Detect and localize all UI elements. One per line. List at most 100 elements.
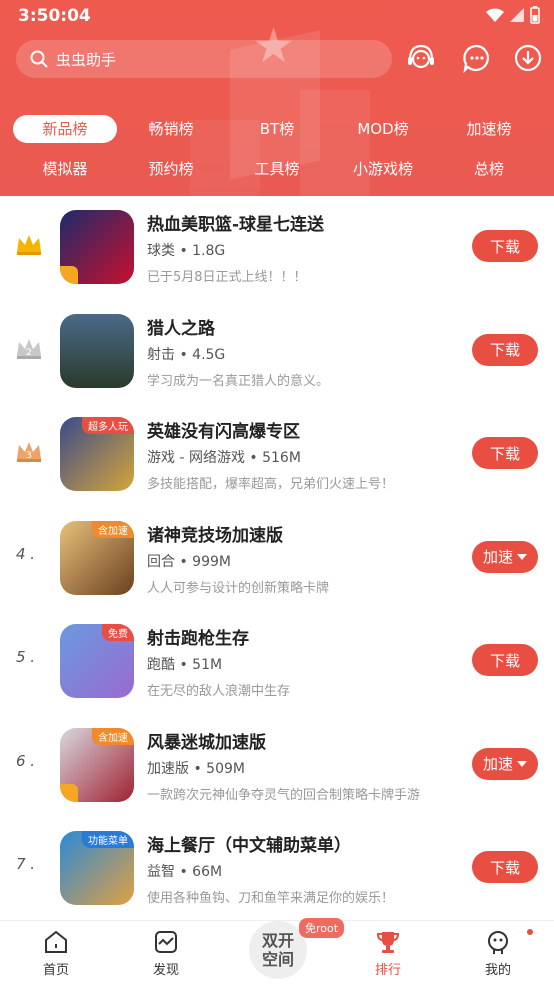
app-name: 风暴迷城加速版 bbox=[147, 732, 266, 753]
bottom-navigation: 首页 发现 双开 空间 排行 我的 bbox=[0, 920, 554, 984]
gift-icon bbox=[60, 783, 78, 802]
download-button[interactable]: 下载 bbox=[472, 851, 538, 883]
dropdown-caret-icon bbox=[517, 553, 527, 560]
list-item[interactable]: 热血美职篮-球星七连送 球类 • 1.8G 已于5月8日正式上线！！！ 下载 bbox=[0, 196, 554, 300]
app-icon[interactable] bbox=[60, 210, 134, 284]
wifi-icon bbox=[486, 8, 504, 22]
app-name: 热血美职篮-球星七连送 bbox=[147, 215, 325, 235]
button-label: 下载 bbox=[489, 341, 520, 359]
rank-number: 5 . bbox=[16, 648, 36, 666]
download-button[interactable]: 下载 bbox=[472, 230, 538, 262]
app-meta: 球类 • 1.8G bbox=[147, 243, 226, 259]
tab-bestseller[interactable]: 畅销榜 bbox=[119, 115, 223, 143]
app-icon[interactable]: 免费 bbox=[60, 624, 134, 698]
button-label: 下载 bbox=[489, 858, 520, 877]
nav-discover[interactable]: 发现 bbox=[126, 929, 206, 978]
app-meta: 益智 • 66M bbox=[147, 864, 223, 880]
app-meta: 加速版 • 509M bbox=[147, 760, 245, 777]
customer-service-icon[interactable] bbox=[405, 42, 437, 74]
list-item[interactable]: 3 超多人玩 英雄没有闪高爆专区 游戏 - 网络游戏 • 516M 多技能搭配，… bbox=[0, 403, 554, 507]
accelerate-button[interactable]: 加速 bbox=[472, 540, 538, 573]
download-button[interactable]: 下载 bbox=[472, 437, 538, 469]
dropdown-caret-icon bbox=[517, 760, 527, 767]
app-icon[interactable]: 超多人玩 bbox=[60, 417, 134, 491]
nav-mine[interactable]: 我的 bbox=[458, 929, 538, 978]
download-manager-icon[interactable] bbox=[512, 42, 544, 74]
app-badge: 含加速 bbox=[92, 727, 134, 745]
tab-mini-games[interactable]: 小游戏榜 bbox=[331, 155, 435, 183]
header: ★ 3:50:04 虫虫助手 新品榜 畅销榜 BT榜 MOD榜 加速榜 模拟器 … bbox=[0, 0, 554, 196]
button-label: 加速 bbox=[482, 755, 513, 773]
list-item[interactable]: 6 . 含加速 风暴迷城加速版 加速版 • 509M 一款跨次元神仙争夺灵气的回… bbox=[0, 714, 554, 818]
app-name: 海上餐厅（中文辅助菜单） bbox=[147, 836, 351, 856]
download-button[interactable]: 下载 bbox=[472, 644, 538, 676]
app-description: 学习成为一名真正猎人的意义。 bbox=[147, 373, 330, 389]
svg-text:2: 2 bbox=[26, 348, 32, 358]
tab-overall[interactable]: 总榜 bbox=[437, 155, 541, 183]
tab-tools[interactable]: 工具榜 bbox=[225, 155, 329, 183]
nav-rank[interactable]: 排行 bbox=[348, 929, 428, 978]
svg-text:3: 3 bbox=[26, 451, 32, 461]
tab-reserve[interactable]: 预约榜 bbox=[119, 155, 223, 183]
list-item[interactable]: 4 . 含加速 诸神竞技场加速版 回合 • 999M 人人可参与设计的创新策略卡… bbox=[0, 507, 554, 611]
search-icon bbox=[30, 50, 48, 68]
notification-dot bbox=[527, 929, 533, 935]
no-root-badge: 免root bbox=[299, 918, 345, 938]
button-label: 下载 bbox=[489, 237, 520, 256]
button-label: 下载 bbox=[489, 444, 520, 463]
app-badge: 功能菜单 bbox=[82, 831, 134, 848]
app-badge: 含加速 bbox=[92, 520, 134, 538]
rank-number: 4 . bbox=[16, 544, 36, 563]
list-item[interactable]: 7 . 功能菜单 海上餐厅（中文辅助菜单） 益智 • 66M 使用各种鱼钩、刀和… bbox=[0, 817, 554, 920]
tab-row-2: 模拟器 预约榜 工具榜 小游戏榜 总榜 bbox=[0, 152, 554, 186]
discover-icon bbox=[155, 931, 177, 953]
dual-space-line2: 空间 bbox=[261, 950, 294, 969]
tab-bt[interactable]: BT榜 bbox=[225, 115, 329, 143]
app-icon[interactable] bbox=[60, 313, 134, 388]
list-item[interactable]: 2 猎人之路 射击 • 4.5G 学习成为一名真正猎人的意义。 下载 bbox=[0, 300, 554, 404]
search-bar[interactable]: 虫虫助手 bbox=[16, 40, 392, 78]
nav-home[interactable]: 首页 bbox=[16, 929, 96, 978]
download-button[interactable]: 下载 bbox=[472, 333, 538, 366]
app-description: 已于5月8日正式上线！！！ bbox=[147, 270, 307, 285]
tab-row-1: 新品榜 畅销榜 BT榜 MOD榜 加速榜 bbox=[0, 112, 554, 146]
app-ranking-list: 热血美职篮-球星七连送 球类 • 1.8G 已于5月8日正式上线！！！ 下载 2… bbox=[0, 196, 554, 920]
status-time: 3:50:04 bbox=[18, 6, 91, 26]
app-icon[interactable]: 含加速 bbox=[60, 727, 134, 802]
app-meta: 射击 • 4.5G bbox=[147, 346, 226, 363]
tab-new[interactable]: 新品榜 bbox=[13, 115, 117, 143]
button-label: 加速 bbox=[482, 548, 513, 566]
app-description: 在无尽的敌人浪潮中生存 bbox=[147, 684, 291, 699]
tab-accelerate[interactable]: 加速榜 bbox=[437, 115, 541, 143]
dual-space-line1: 双开 bbox=[261, 931, 294, 950]
battery-icon bbox=[530, 6, 540, 24]
nav-home-label: 首页 bbox=[42, 963, 69, 978]
app-icon[interactable]: 含加速 bbox=[60, 520, 134, 595]
tab-emulator[interactable]: 模拟器 bbox=[13, 155, 117, 183]
app-name: 猎人之路 bbox=[147, 318, 215, 339]
message-icon[interactable] bbox=[461, 42, 493, 74]
app-meta: 跑酷 • 51M bbox=[147, 657, 223, 673]
app-description: 使用各种鱼钩、刀和鱼竿来满足你的娱乐！ bbox=[147, 891, 395, 906]
app-badge: 超多人玩 bbox=[82, 417, 134, 434]
signal-icon bbox=[510, 8, 524, 22]
status-bar: 3:50:04 bbox=[0, 0, 554, 32]
app-meta: 回合 • 999M bbox=[147, 553, 231, 570]
app-description: 多技能搭配，爆率超高，兄弟们火速上号！ bbox=[147, 477, 395, 492]
button-label: 下载 bbox=[489, 651, 520, 670]
nav-discover-label: 发现 bbox=[152, 963, 179, 978]
crown-bronze-icon: 3 bbox=[17, 442, 41, 462]
app-description: 人人可参与设计的创新策略卡牌 bbox=[147, 580, 330, 596]
accelerate-button[interactable]: 加速 bbox=[472, 747, 538, 780]
profile-face-icon bbox=[488, 931, 508, 954]
tab-mod[interactable]: MOD榜 bbox=[331, 115, 435, 143]
list-item[interactable]: 5 . 免费 射击跑枪生存 跑酷 • 51M 在无尽的敌人浪潮中生存 下载 bbox=[0, 610, 554, 714]
home-icon bbox=[45, 930, 67, 953]
app-badge: 免费 bbox=[102, 624, 134, 641]
app-name: 诸神竞技场加速版 bbox=[147, 525, 283, 546]
nav-rank-label: 排行 bbox=[374, 963, 401, 978]
search-text: 虫虫助手 bbox=[56, 50, 117, 69]
crown-gold-icon bbox=[17, 235, 41, 255]
app-name: 射击跑枪生存 bbox=[147, 629, 249, 649]
app-icon[interactable]: 功能菜单 bbox=[60, 831, 134, 905]
